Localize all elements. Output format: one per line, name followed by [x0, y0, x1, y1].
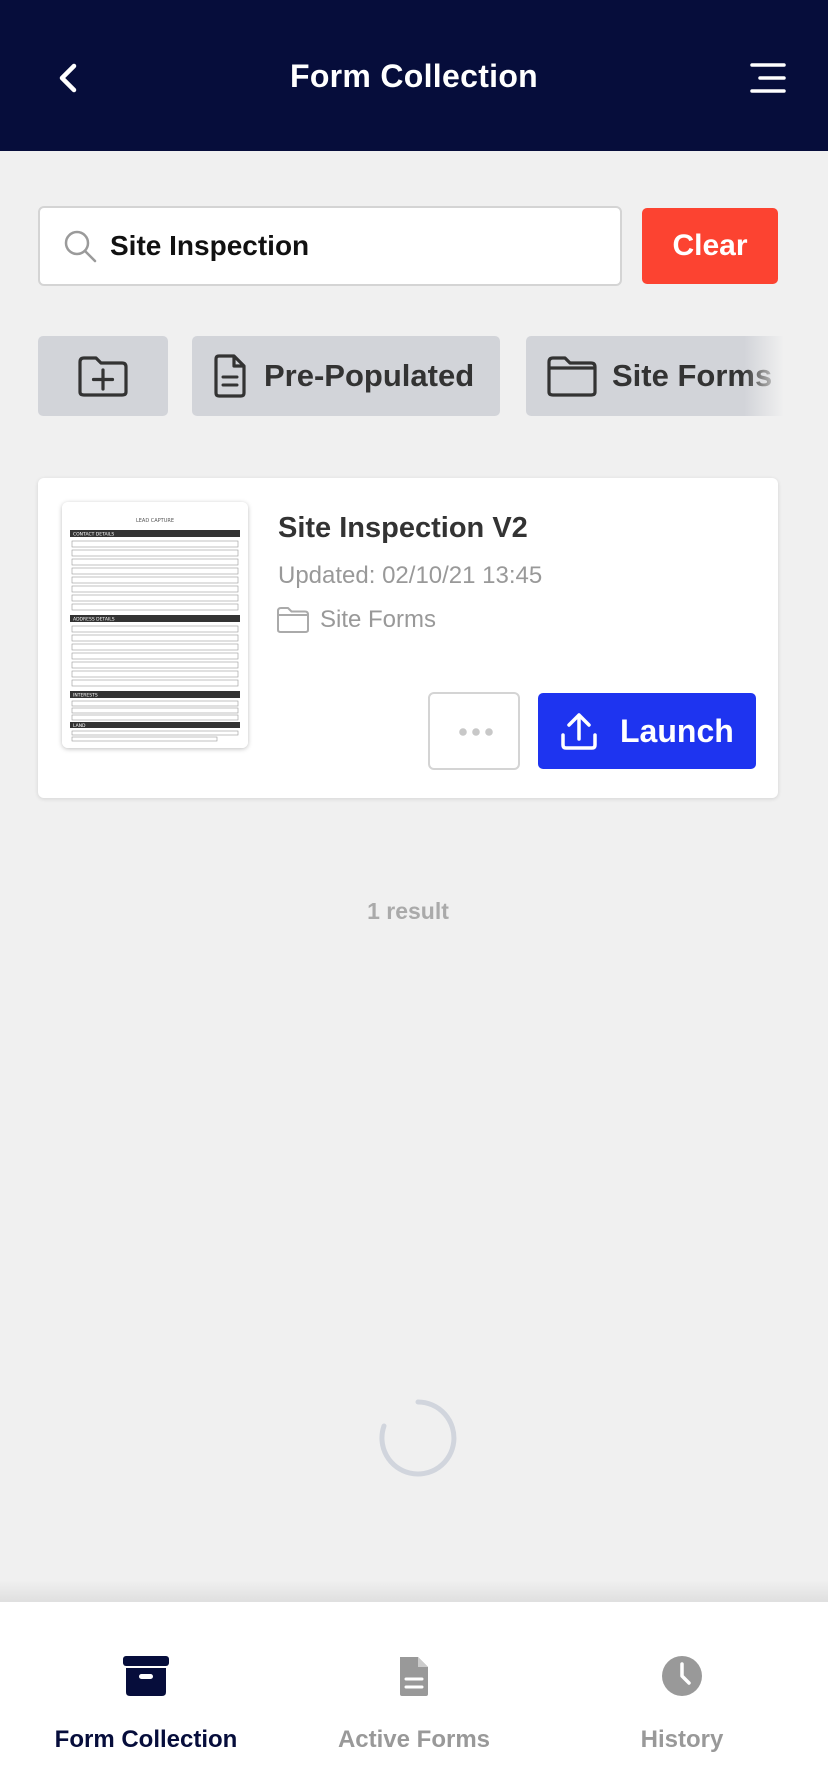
thumbnail-section-label: ADDRESS DETAILS	[73, 617, 115, 623]
search-box	[38, 206, 622, 286]
bottom-navigation: Form Collection Active Forms History	[0, 1602, 828, 1792]
loading-spinner-icon	[379, 1399, 457, 1477]
nav-tab-form-collection[interactable]: Form Collection	[8, 1602, 284, 1792]
clock-icon	[662, 1656, 702, 1696]
more-options-button[interactable]	[428, 692, 520, 770]
clear-button[interactable]: Clear	[642, 208, 778, 284]
search-input[interactable]	[110, 208, 610, 284]
filter-chip-label: Pre-Populated	[264, 358, 475, 393]
nav-tab-label: History	[640, 1726, 724, 1753]
chevron-left-icon	[59, 63, 77, 93]
result-count: 1 result	[367, 898, 449, 924]
form-preview-image: LEAD CAPTURE CONTACT DETAILS ADDRESS DET…	[62, 502, 248, 748]
thumbnail-section-label: LAND	[73, 723, 86, 729]
filter-chip-pre-populated[interactable]: Pre-Populated	[192, 336, 500, 416]
thumbnail-section-label: INTERESTS	[73, 693, 98, 699]
page-title: Form Collection	[289, 58, 539, 94]
back-button[interactable]	[48, 56, 88, 100]
form-thumbnail[interactable]: LEAD CAPTURE CONTACT DETAILS ADDRESS DET…	[62, 502, 248, 748]
new-folder-button[interactable]	[38, 336, 168, 416]
thumbnail-section-label: CONTACT DETAILS	[73, 532, 114, 538]
form-updated-timestamp: Updated: 02/10/21 13:45	[278, 562, 543, 589]
nav-tab-label: Active Forms	[337, 1726, 491, 1753]
filter-chip-label: Site Forms	[612, 358, 773, 393]
folder-icon	[547, 356, 597, 397]
document-icon	[214, 354, 246, 398]
folder-plus-icon	[78, 356, 128, 397]
menu-button[interactable]	[746, 58, 788, 98]
ellipsis-icon	[459, 728, 493, 736]
archive-box-icon	[123, 1656, 169, 1696]
form-folder-label: Site Forms	[320, 606, 437, 633]
upload-icon	[561, 713, 597, 750]
form-folder: Site Forms	[276, 606, 436, 634]
form-title: Site Inspection V2	[278, 512, 528, 544]
search-icon	[64, 230, 97, 263]
folder-icon	[277, 607, 309, 633]
filter-chip-site-forms[interactable]: Site Forms	[526, 336, 784, 416]
app-header: Form Collection	[0, 0, 828, 151]
nav-tab-active-forms[interactable]: Active Forms	[276, 1602, 552, 1792]
hamburger-menu-icon	[750, 63, 786, 93]
launch-button-label: Launch	[620, 712, 734, 749]
nav-tab-history[interactable]: History	[544, 1602, 820, 1792]
thumbnail-heading: LEAD CAPTURE	[136, 518, 174, 524]
filter-chips: Pre-Populated Site Forms	[38, 336, 784, 416]
document-icon	[400, 1657, 428, 1696]
form-card: LEAD CAPTURE CONTACT DETAILS ADDRESS DET…	[38, 478, 778, 798]
launch-button[interactable]: Launch	[538, 693, 756, 769]
nav-tab-label: Form Collection	[54, 1726, 238, 1753]
